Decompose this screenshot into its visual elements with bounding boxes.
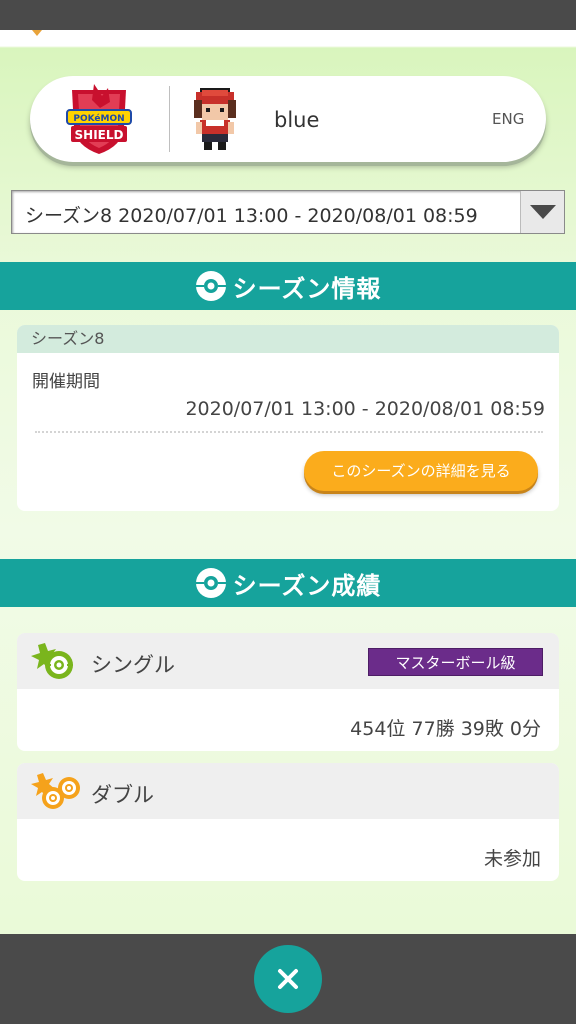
double-mode-label: ダブル: [91, 783, 154, 807]
language-label: ENG: [492, 110, 525, 128]
divider: [169, 86, 170, 152]
player-name: blue: [274, 108, 320, 132]
caret-icon: [32, 30, 42, 36]
profile-card: POKéMON SHIELD blue ENG: [30, 76, 546, 162]
season-detail-button[interactable]: このシーズンの詳細を見る: [304, 451, 538, 491]
svg-text:POKéMON: POKéMON: [73, 113, 124, 124]
season-label: シーズン8: [17, 325, 559, 353]
poke-ball-icon: [195, 271, 226, 301]
season-results-header: シーズン成績: [0, 559, 576, 607]
double-battle-card: ダブル 未参加: [17, 763, 559, 881]
season-info-header: シーズン情報: [0, 262, 576, 310]
triangle-down-icon: [530, 205, 556, 219]
svg-text:SHIELD: SHIELD: [75, 128, 124, 142]
close-button[interactable]: [254, 945, 322, 1013]
pokemon-shield-logo: POKéMON SHIELD: [66, 84, 132, 154]
season-info-card: シーズン8 開催期間 2020/07/01 13:00 - 2020/08/01…: [17, 325, 559, 511]
scroll-content[interactable]: POKéMON SHIELD blue ENG シーズン8 2020/07/01: [0, 30, 576, 934]
dropdown-button[interactable]: [520, 191, 564, 233]
double-battle-icon: [31, 773, 80, 809]
single-record: 454位 77勝 39敗 0分: [350, 718, 541, 740]
dotted-divider: [35, 431, 543, 433]
season-dropdown-value: シーズン8 2020/07/01 13:00 - 2020/08/01 08:5…: [25, 205, 478, 227]
bottom-bar: [0, 934, 576, 1024]
close-icon: [278, 969, 298, 989]
single-battle-header: シングル マスターボール級: [17, 633, 559, 689]
section-title: シーズン情報: [232, 274, 382, 303]
period-label: 開催期間: [32, 372, 100, 392]
double-record: 未参加: [483, 848, 541, 870]
double-battle-header: ダブル: [17, 763, 559, 819]
season-dropdown[interactable]: シーズン8 2020/07/01 13:00 - 2020/08/01 08:5…: [11, 190, 565, 234]
single-mode-label: シングル: [91, 653, 175, 677]
top-bar: [0, 0, 576, 30]
poke-ball-icon: [195, 568, 226, 598]
rank-badge: マスターボール級: [368, 648, 543, 676]
single-battle-icon: [31, 643, 73, 679]
trainer-avatar: [194, 88, 236, 150]
period-value: 2020/07/01 13:00 - 2020/08/01 08:59: [185, 398, 545, 420]
section-title: シーズン成績: [232, 571, 382, 600]
single-battle-card: シングル マスターボール級 454位 77勝 39敗 0分: [17, 633, 559, 751]
